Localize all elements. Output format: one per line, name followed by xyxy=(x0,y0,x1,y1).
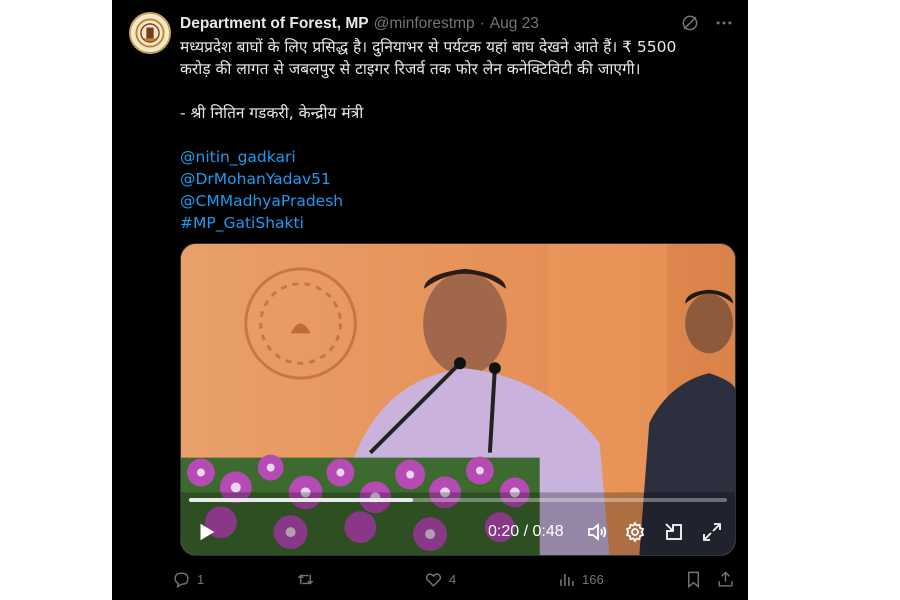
mention-link[interactable]: @DrMohanYadav51 xyxy=(180,168,720,190)
author-name[interactable]: Department of Forest, MP xyxy=(180,15,369,33)
avatar[interactable] xyxy=(129,12,171,54)
emblem-logo-icon xyxy=(132,15,168,51)
video-progress-fill xyxy=(189,498,414,502)
video-player[interactable]: 0:20 / 0:48 xyxy=(180,243,736,556)
share-button[interactable] xyxy=(716,568,735,590)
views-count: 166 xyxy=(582,571,604,587)
settings-icon[interactable] xyxy=(623,520,647,544)
hashtag-link[interactable]: #MP_GatiShakti xyxy=(180,212,720,234)
reply-count: 1 xyxy=(197,571,205,587)
like-count: 4 xyxy=(449,571,457,587)
mention-link[interactable]: @CMMadhyaPradesh xyxy=(180,190,720,212)
tweet-text-line: करोड़ की लागत से जबलपुर से टाइगर रिजर्व … xyxy=(180,60,641,78)
reply-button[interactable]: 1 xyxy=(172,568,204,590)
fullscreen-icon[interactable] xyxy=(700,520,724,544)
retweet-button[interactable] xyxy=(296,568,321,590)
separator: · xyxy=(479,15,485,32)
play-icon[interactable] xyxy=(195,521,217,543)
video-progress-bar[interactable] xyxy=(189,498,727,502)
video-frame xyxy=(181,244,735,555)
tweet-text-line xyxy=(180,80,720,102)
tweet-text-line: मध्यप्रदेश बाघों के लिए प्रसिद्ध है। दुन… xyxy=(180,38,677,56)
author-handle[interactable]: @minforestmp xyxy=(374,15,475,33)
grok-icon[interactable] xyxy=(680,13,700,33)
views-button[interactable]: 166 xyxy=(557,568,604,590)
tweet-text-line: - श्री नितिन गडकरी, केन्द्रीय मंत्री xyxy=(180,104,364,122)
action-bar: 1 4 166 xyxy=(172,568,738,592)
bookmark-icon xyxy=(684,570,703,589)
views-icon xyxy=(557,570,576,589)
tweet-header: Department of Forest, MP @minforestmp · … xyxy=(180,14,539,34)
like-button[interactable]: 4 xyxy=(424,568,456,590)
tweet-text-line xyxy=(180,124,720,146)
reply-icon xyxy=(172,570,191,589)
retweet-icon xyxy=(296,570,315,589)
mention-link[interactable]: @nitin_gadkari xyxy=(180,146,720,168)
tweet-date[interactable]: Aug 23 xyxy=(490,15,539,33)
like-icon xyxy=(424,570,443,589)
more-icon[interactable] xyxy=(714,13,734,33)
tweet-card: Department of Forest, MP @minforestmp · … xyxy=(112,0,748,600)
share-icon xyxy=(716,570,735,589)
tweet-text: मध्यप्रदेश बाघों के लिए प्रसिद्ध है। दुन… xyxy=(180,36,720,234)
video-time: 0:20 / 0:48 xyxy=(488,523,564,540)
video-controls: 0:20 / 0:48 xyxy=(181,514,735,550)
bookmark-button[interactable] xyxy=(684,568,703,590)
volume-icon[interactable] xyxy=(585,520,609,544)
pip-icon[interactable] xyxy=(662,520,686,544)
top-icons xyxy=(680,13,734,33)
